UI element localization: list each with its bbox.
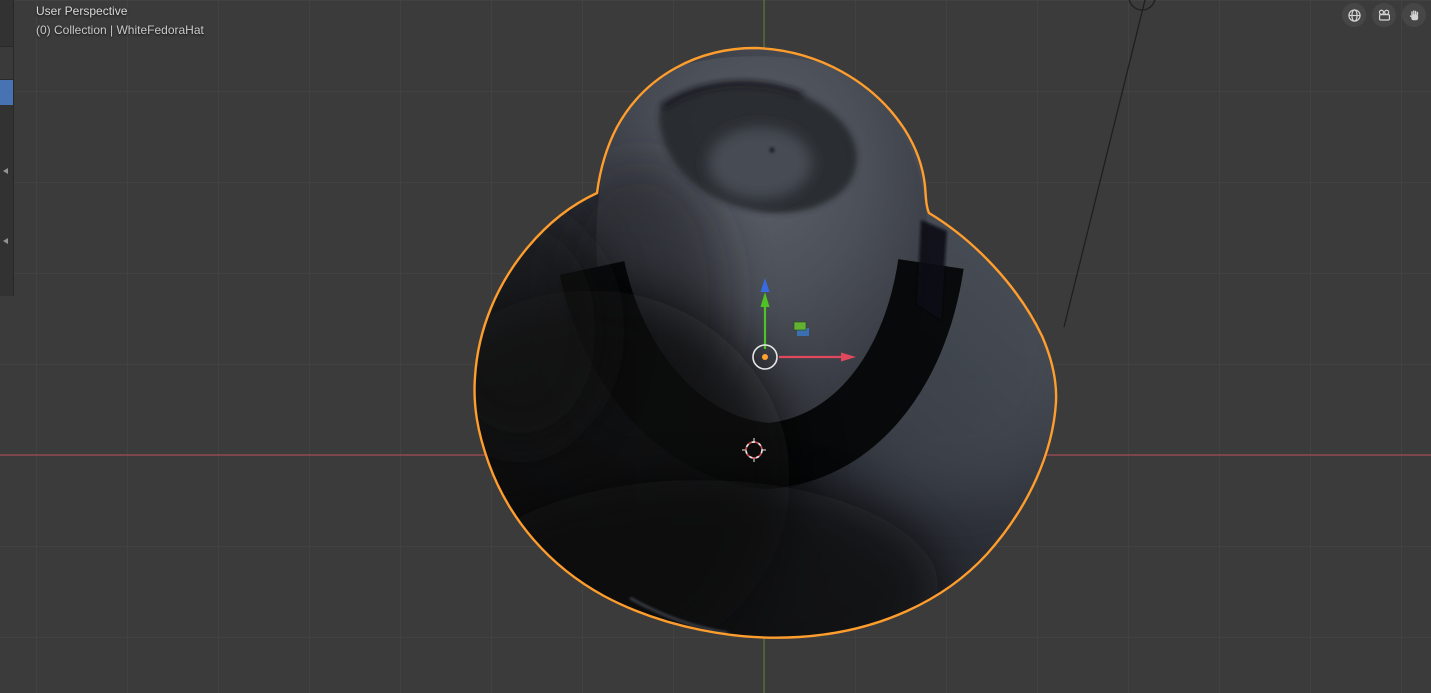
view-perspective-label: User Perspective bbox=[36, 4, 128, 18]
brim-shadow-bottom bbox=[474, 480, 940, 638]
active-tool-tab[interactable] bbox=[0, 80, 13, 105]
scene-canvas[interactable] bbox=[0, 0, 1431, 693]
grid-sphere-icon bbox=[1347, 8, 1361, 22]
dent-speck bbox=[769, 147, 775, 153]
pan-view-button[interactable] bbox=[1402, 3, 1426, 27]
collection-breadcrumb: (0) Collection | WhiteFedoraHat bbox=[36, 23, 204, 37]
toolbar-strip[interactable] bbox=[0, 0, 14, 296]
gizmo-center-dot bbox=[762, 354, 768, 360]
hand-icon bbox=[1409, 9, 1418, 20]
camera-view-button[interactable] bbox=[1372, 3, 1396, 27]
tool-segment bbox=[0, 46, 13, 80]
camera-icon bbox=[1378, 9, 1390, 21]
brim-shadow-upperleft bbox=[474, 210, 610, 450]
viewport-nav-cluster bbox=[1342, 3, 1426, 27]
viewport-3d[interactable]: User Perspective (0) Collection | WhiteF… bbox=[0, 0, 1431, 693]
hat-object[interactable] bbox=[390, 46, 1090, 693]
light-wire-object[interactable] bbox=[1063, 0, 1156, 328]
collapse-arrow-icon[interactable] bbox=[3, 238, 8, 244]
dent-mound bbox=[708, 127, 812, 199]
collapse-arrow-icon[interactable] bbox=[3, 168, 8, 174]
ortho-toggle-button[interactable] bbox=[1342, 3, 1366, 27]
